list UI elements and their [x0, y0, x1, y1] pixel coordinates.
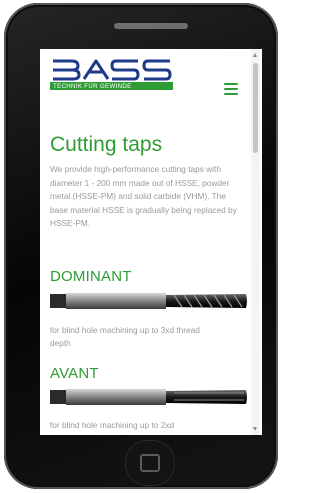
intro-text: We provide high-performance cutting taps…: [50, 164, 237, 228]
chevron-up-icon[interactable]: [253, 53, 257, 57]
hamburger-icon-bar: [224, 93, 238, 95]
product-name-avant[interactable]: AVANT: [50, 365, 99, 382]
scrollbar-thumb[interactable]: [253, 63, 258, 153]
cutting-tap-icon: [50, 293, 247, 309]
hamburger-icon: [224, 83, 238, 85]
home-button[interactable]: [125, 440, 175, 486]
vertical-scrollbar[interactable]: [251, 49, 260, 435]
phone-screen: TECHNIK FÜR GEWINDE Cutting taps We prov…: [40, 49, 262, 435]
page-title: Cutting taps: [50, 133, 163, 156]
tap-image-dominant[interactable]: [50, 291, 248, 311]
hamburger-icon-bar: [224, 88, 238, 90]
logo-tagline: TECHNIK FÜR GEWINDE: [53, 82, 132, 90]
page-content: TECHNIK FÜR GEWINDE Cutting taps We prov…: [40, 49, 250, 435]
cutting-tap-icon: [50, 389, 247, 405]
home-button-icon: [140, 454, 160, 472]
tap-image-avant[interactable]: [50, 387, 248, 407]
product-desc-dominant: for blind hole machining up to 3xd threa…: [50, 325, 200, 348]
hamburger-menu-button[interactable]: [224, 83, 238, 95]
phone-speaker: [114, 23, 188, 29]
chevron-down-icon[interactable]: [253, 427, 257, 431]
phone-frame: TECHNIK FÜR GEWINDE Cutting taps We prov…: [4, 3, 278, 489]
bass-logo[interactable]: TECHNIK FÜR GEWINDE: [50, 57, 178, 93]
product-name-dominant[interactable]: DOMINANT: [50, 268, 132, 285]
product-desc-avant: for blind hole machining up to 2xd: [50, 420, 175, 430]
